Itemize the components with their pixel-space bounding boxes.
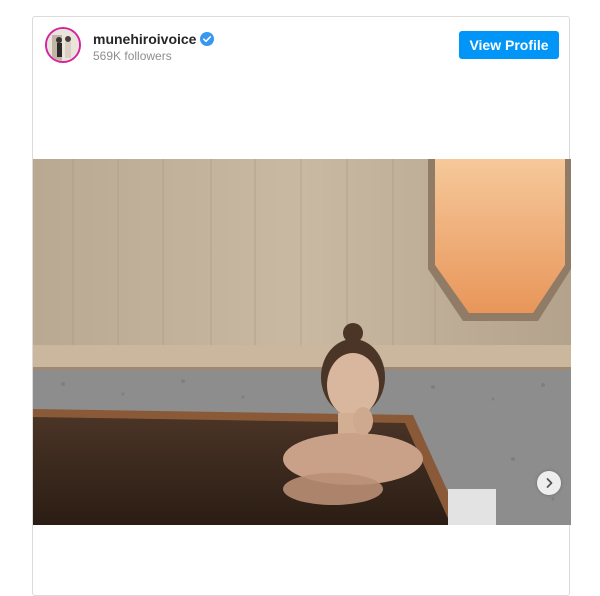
next-slide-button[interactable]: [537, 471, 561, 495]
username-text[interactable]: munehiroivoice: [93, 31, 196, 47]
username[interactable]: munehiroivoice: [93, 31, 215, 49]
post-header: munehiroivoice 569K followers View Profi…: [33, 17, 569, 77]
chevron-right-icon: [543, 477, 555, 489]
post-photo[interactable]: [33, 159, 571, 525]
avatar[interactable]: [45, 27, 81, 63]
view-profile-button[interactable]: View Profile: [459, 31, 559, 59]
post-card: munehiroivoice 569K followers View Profi…: [32, 16, 571, 596]
verified-badge-icon: [200, 32, 215, 49]
followers-count: 569K followers: [93, 49, 172, 63]
